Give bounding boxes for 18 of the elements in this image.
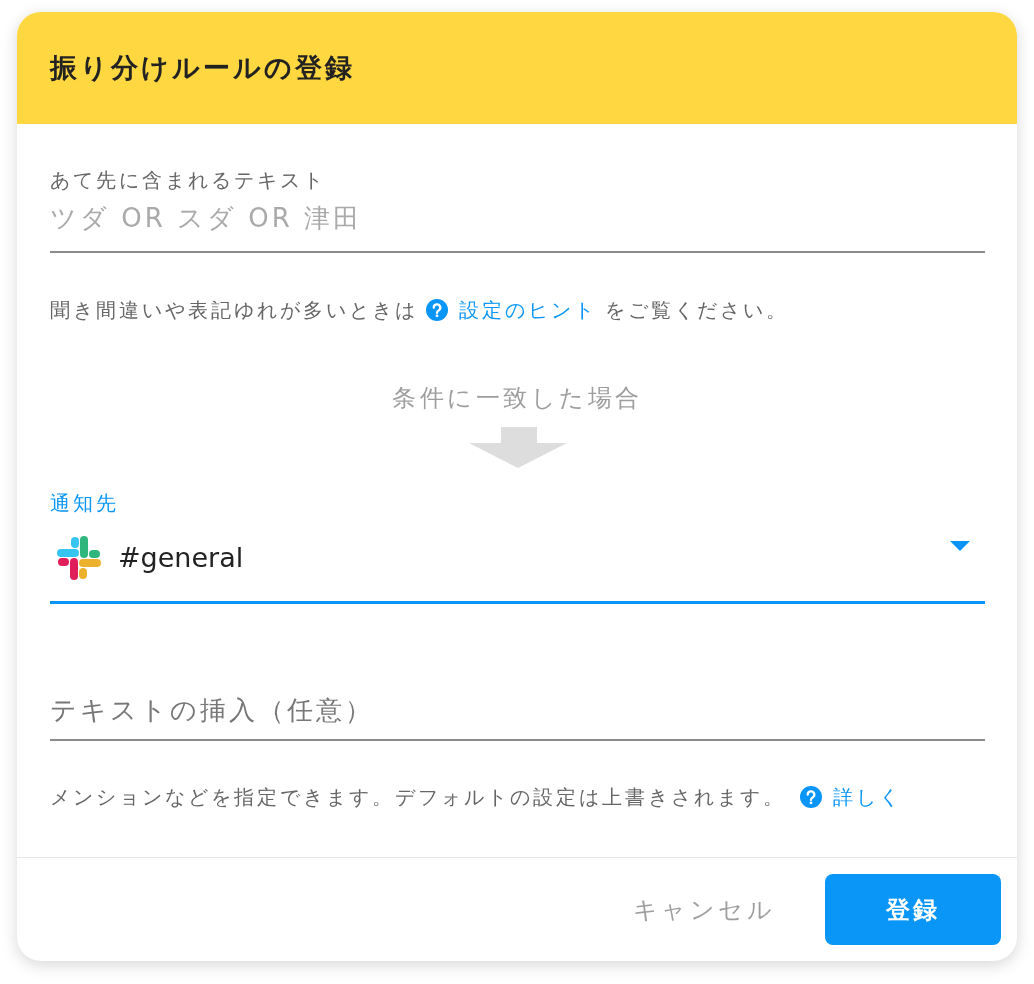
- channel-logo-icon: [55, 534, 103, 582]
- channel-select[interactable]: #general: [50, 525, 985, 604]
- insert-text-field[interactable]: テキストの挿入（任意）: [50, 692, 985, 741]
- field-label: 通知先: [50, 491, 119, 515]
- down-arrow-icon: [468, 427, 567, 468]
- field-label: あて先に含まれるテキスト: [50, 168, 326, 192]
- register-button[interactable]: 登録: [825, 874, 1001, 945]
- details-link[interactable]: 詳しく: [800, 784, 902, 810]
- hint-link[interactable]: 設定のヒント: [426, 297, 597, 323]
- hint-text: 聞き間違いや表記ゆれが多いときは 設定のヒント をご覧ください。: [50, 297, 789, 323]
- recipient-text-field[interactable]: ツダ OR スダ OR 津田: [50, 196, 985, 253]
- dialog-title: 振り分けルールの登録: [50, 51, 355, 85]
- caret-icon: [950, 541, 970, 551]
- condition-caption: 条件に一致した場合: [391, 383, 644, 413]
- hint-text: メンションなどを指定できます。デフォルトの設定は上書きされます。 詳しく: [50, 784, 902, 810]
- help-icon: [800, 786, 822, 808]
- help-icon: [426, 299, 448, 321]
- cancel-button[interactable]: キャンセル: [632, 891, 775, 928]
